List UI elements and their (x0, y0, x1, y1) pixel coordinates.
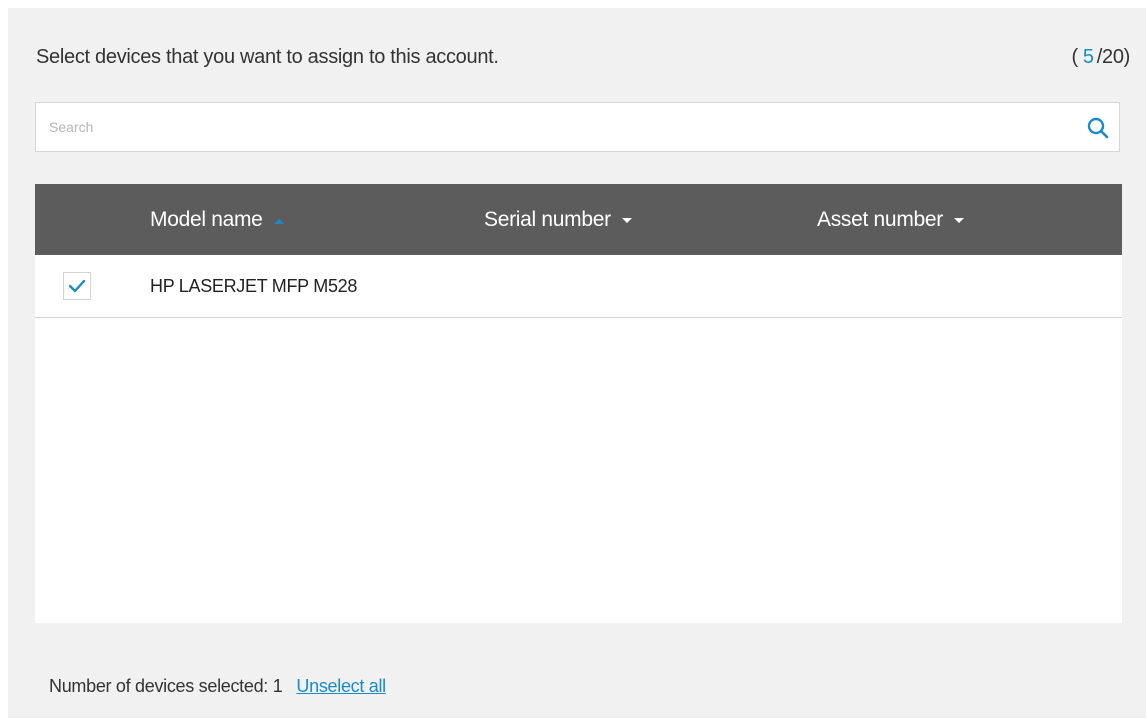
row-checkbox[interactable] (63, 272, 91, 300)
device-count-current: 5 (1082, 46, 1094, 68)
device-count: (5/20) (1071, 46, 1131, 69)
unselect-all-link[interactable]: Unselect all (296, 676, 386, 696)
selected-count-text: Number of devices selected: 1 (49, 676, 283, 696)
table-row[interactable]: HP LASERJET MFP M528 (35, 255, 1122, 318)
device-selection-panel: Select devices that you want to assign t… (8, 8, 1146, 718)
search-box (35, 102, 1120, 152)
table-header: Model name Serial number Asset number (35, 184, 1122, 255)
device-count-open: ( (1071, 46, 1079, 68)
checkmark-icon (68, 279, 86, 293)
device-count-total: /20) (1096, 46, 1131, 68)
caret-down-icon (621, 183, 633, 254)
column-header-label: Serial number (484, 208, 611, 231)
column-header-asset-number[interactable]: Asset number (817, 184, 965, 255)
search-icon[interactable] (1086, 116, 1110, 140)
search-input[interactable] (36, 103, 1079, 151)
column-header-label: Asset number (817, 208, 943, 231)
instruction-text: Select devices that you want to assign t… (36, 46, 499, 68)
column-header-serial-number[interactable]: Serial number (484, 184, 633, 255)
sort-up-icon (273, 183, 285, 254)
caret-down-icon (953, 183, 965, 254)
column-header-model-name[interactable]: Model name (150, 184, 285, 255)
column-header-label: Model name (150, 208, 263, 231)
device-table: Model name Serial number Asset number HP… (35, 184, 1122, 623)
cell-model-name: HP LASERJET MFP M528 (150, 276, 358, 296)
selection-footer: Number of devices selected: 1 Unselect al… (49, 676, 386, 697)
